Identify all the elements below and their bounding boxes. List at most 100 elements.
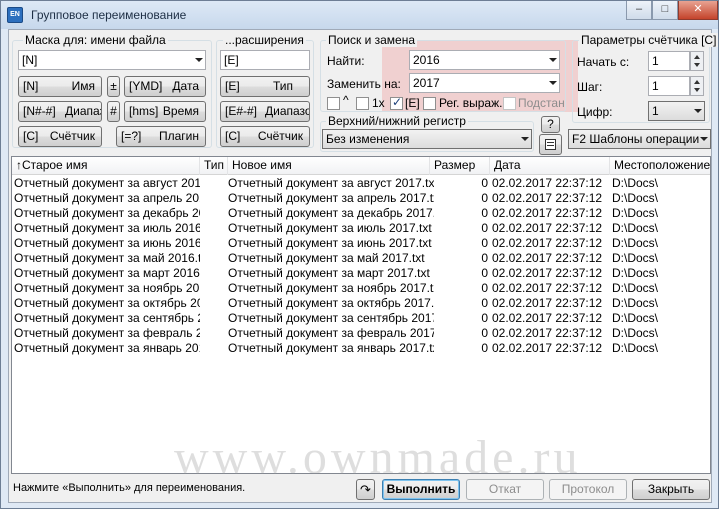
maximize-icon[interactable]: □ [652,1,678,20]
caret-checkbox[interactable] [327,97,340,110]
templates-select[interactable]: F2 Шаблоны операции [568,129,711,149]
chevron-down-icon[interactable] [700,137,708,141]
chevron-down-icon[interactable] [195,58,203,62]
cell-new: Отчетный документ за декабрь 2017.txt [228,206,434,220]
edit-names-button[interactable] [539,134,562,155]
col-size[interactable]: Размер [430,157,490,175]
button-code: [C] [23,129,39,143]
col-new-name[interactable]: Новое имя [228,157,430,175]
cell-old: Отчетный документ за июль 2016.txt [14,221,200,235]
cell-date: 02.02.2017 22:37:12 [492,236,603,250]
table-row[interactable]: Отчетный документ за январь 2016.txt Отче… [12,341,710,356]
ext-search-label: [E] [405,96,420,110]
table-row[interactable]: Отчетный документ за сентябрь 2016.txt От… [12,311,710,326]
close-button[interactable]: Закрыть [632,479,710,500]
table-row[interactable]: Отчетный документ за май 2016.txt Отчетны… [12,251,710,266]
ext-counter-button[interactable]: [C] Счётчик [220,126,310,147]
mask-range-button[interactable]: [N#-#] Диапазон [18,101,102,122]
hash-button[interactable]: # [107,101,120,122]
arrow-up-icon[interactable] [694,55,700,59]
cell-new: Отчетный документ за июль 2017.txt [228,221,432,235]
chevron-down-icon[interactable] [549,81,557,85]
replace-input[interactable]: 2017 [409,73,560,93]
cell-loc: D:\Docs\ [612,281,659,295]
cell-new: Отчетный документ за сентябрь 2017... [228,311,434,325]
cell-loc: D:\Docs\ [612,221,659,235]
ext-group-title: ...расширения [223,33,306,47]
ext-input[interactable]: [E] [220,50,310,70]
mask-plugin-button[interactable]: [=?] Плагин [116,126,206,147]
log-button[interactable]: Протокол [549,479,627,500]
table-row[interactable]: Отчетный документ за июль 2016.txt Отчетн… [12,221,710,236]
file-list[interactable]: ↑Старое имя Тип Новое имя Размер Дата Ме… [11,156,711,474]
once-checkbox[interactable] [356,97,369,110]
regex-checkbox[interactable] [423,97,436,110]
search-group-title: Поиск и замена [326,33,418,47]
subst-label: Подстан [518,96,565,110]
table-row[interactable]: Отчетный документ за октябрь 2016.txt Отч… [12,296,710,311]
rollback-button[interactable]: Откат [466,479,544,500]
title-bar[interactable]: EN Групповое переименование – □ ✕ [1,1,718,29]
cell-new: Отчетный документ за август 2017.txt [228,176,434,190]
minimize-icon[interactable]: – [626,1,652,20]
mask-input[interactable]: [N] [18,50,206,70]
table-row[interactable]: Отчетный документ за апрель 2016.txt Отче… [12,191,710,206]
cell-date: 02.02.2017 22:37:12 [492,311,603,325]
col-date[interactable]: Дата [490,157,610,175]
case-select[interactable]: Без изменения [322,129,532,149]
col-old-name[interactable]: ↑Старое имя [12,157,200,175]
find-input[interactable]: 2016 [409,50,560,70]
cell-old: Отчетный документ за апрель 2016.txt [14,191,200,205]
mask-counter-button[interactable]: [C] Счётчик [18,126,102,147]
arrow-down-icon[interactable] [694,63,700,67]
ext-type-button[interactable]: [E] Тип [220,76,310,97]
chevron-down-icon[interactable] [521,137,529,141]
mask-group-title: Маска для: имени файла [23,33,168,47]
mask-time-button[interactable]: [hms] Время [124,101,206,122]
start-input[interactable]: 1 [648,51,690,71]
cell-loc: D:\Docs\ [612,311,659,325]
step-input[interactable]: 1 [648,76,690,96]
cell-date: 02.02.2017 22:37:12 [492,191,603,205]
cell-loc: D:\Docs\ [612,191,659,205]
cell-date: 02.02.2017 22:37:12 [492,206,603,220]
chevron-down-icon[interactable] [549,58,557,62]
mask-input-value: [N] [22,53,38,67]
undo-icon[interactable]: ↷ [356,479,375,500]
find-input-value: 2016 [413,53,440,67]
table-row[interactable]: Отчетный документ за март 2016.txt Отчетн… [12,266,710,281]
cell-size: 0 [481,326,488,340]
digits-select[interactable]: 1 [648,101,705,121]
cell-size: 0 [481,266,488,280]
table-row[interactable]: Отчетный документ за декабрь 2016.txt Отч… [12,206,710,221]
close-icon[interactable]: ✕ [678,1,718,20]
cell-date: 02.02.2017 22:37:12 [492,341,603,355]
ext-range-button[interactable]: [E#-#] Диапазон [220,101,310,122]
plusminus-button[interactable]: ± [107,76,120,97]
table-row[interactable]: Отчетный документ за ноябрь 2016.txt Отче… [12,281,710,296]
arrow-up-icon[interactable] [694,80,700,84]
table-row[interactable]: Отчетный документ за август 2016.txt Отче… [12,176,710,191]
start-spinner[interactable] [690,51,704,71]
cell-old: Отчетный документ за февраль 2016.txt [14,326,200,340]
chevron-down-icon[interactable] [694,109,702,113]
cell-new: Отчетный документ за октябрь 2017.txt [228,296,434,310]
once-label: 1x [372,96,385,110]
button-code: [N#-#] [23,104,56,118]
subst-checkbox[interactable] [503,97,516,110]
cell-old: Отчетный документ за август 2016.txt [14,176,200,190]
mask-date-button[interactable]: [YMD] Дата [124,76,206,97]
help-button[interactable]: ? [541,116,560,133]
arrow-down-icon[interactable] [694,88,700,92]
cell-old: Отчетный документ за май 2016.txt [14,251,200,265]
col-type[interactable]: Тип [200,157,228,175]
table-row[interactable]: Отчетный документ за февраль 2016.txt Отч… [12,326,710,341]
ext-search-checkbox[interactable] [390,95,403,110]
table-row[interactable]: Отчетный документ за июнь 2016.txt Отчетн… [12,236,710,251]
mask-name-button[interactable]: [N] Имя [18,76,102,97]
run-button[interactable]: Выполнить [382,479,460,500]
cell-size: 0 [481,251,488,265]
find-label: Найти: [327,54,365,68]
col-location[interactable]: Местоположение [610,157,710,175]
step-spinner[interactable] [690,76,704,96]
